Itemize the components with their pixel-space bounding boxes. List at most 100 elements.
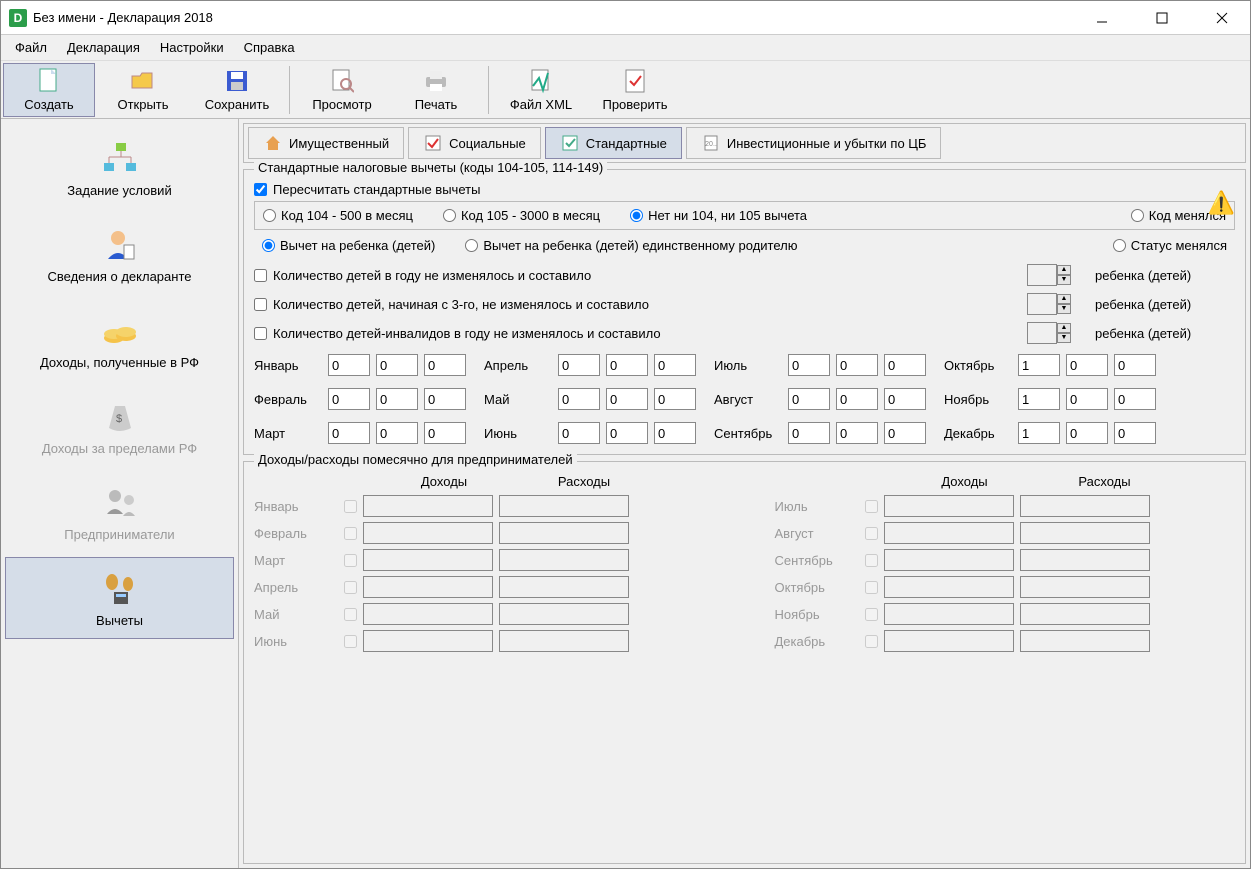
sidebar-income-rf[interactable]: Доходы, полученные в РФ: [5, 299, 234, 381]
minimize-button[interactable]: [1082, 5, 1122, 31]
dec-2[interactable]: [1066, 422, 1108, 444]
nov-1[interactable]: [1018, 388, 1060, 410]
feb-2[interactable]: [376, 388, 418, 410]
sidebar-conditions[interactable]: Задание условий: [5, 127, 234, 209]
ent-dec-chk: [865, 635, 878, 648]
spin-disabled-children[interactable]: ▲▼: [1027, 322, 1071, 344]
ent-aug-expense: [1020, 522, 1150, 544]
nov-3[interactable]: [1114, 388, 1156, 410]
spin-children-from3[interactable]: ▲▼: [1027, 293, 1071, 315]
chk3-label: Количество детей-инвалидов в году не изм…: [273, 326, 661, 341]
apr-2[interactable]: [606, 354, 648, 376]
dec-1[interactable]: [1018, 422, 1060, 444]
ent-aug-income: [884, 522, 1014, 544]
nov-2[interactable]: [1066, 388, 1108, 410]
radio-105[interactable]: [443, 209, 456, 222]
sep-1[interactable]: [788, 422, 830, 444]
tab-social[interactable]: Социальные: [408, 127, 541, 159]
chk-children-from3[interactable]: [254, 298, 267, 311]
tool-save[interactable]: Сохранить: [191, 63, 283, 117]
radio-single-parent[interactable]: [465, 239, 478, 252]
apr-3[interactable]: [654, 354, 696, 376]
month-feb: Февраль: [254, 388, 466, 410]
aug-3[interactable]: [884, 388, 926, 410]
jul-2[interactable]: [836, 354, 878, 376]
window-title: Без имени - Декларация 2018: [33, 10, 1082, 25]
tool-check[interactable]: Проверить: [589, 63, 681, 117]
mar-3[interactable]: [424, 422, 466, 444]
tool-xml[interactable]: Файл XML: [495, 63, 587, 117]
jul-1[interactable]: [788, 354, 830, 376]
radio-code-changed[interactable]: [1131, 209, 1144, 222]
menu-declaration[interactable]: Декларация: [59, 37, 148, 58]
ent-may-chk: [344, 608, 357, 621]
ent-jul-chk: [865, 500, 878, 513]
tool-open[interactable]: Открыть: [97, 63, 189, 117]
maximize-button[interactable]: [1142, 5, 1182, 31]
menu-settings[interactable]: Настройки: [152, 37, 232, 58]
recalc-checkbox[interactable]: [254, 183, 267, 196]
jan-1[interactable]: [328, 354, 370, 376]
oct-1[interactable]: [1018, 354, 1060, 376]
spin-children-count[interactable]: ▲▼: [1027, 264, 1071, 286]
chk-children-count[interactable]: [254, 269, 267, 282]
sep-2[interactable]: [836, 422, 878, 444]
month-grid: Январь Апрель Июль Октябрь Февраль Май А…: [254, 354, 1235, 444]
aug-2[interactable]: [836, 388, 878, 410]
check-doc-icon: [560, 133, 580, 153]
jun-1[interactable]: [558, 422, 600, 444]
content-area: Имущественный Социальные Стандартные 20.…: [239, 119, 1250, 868]
radio-104[interactable]: [263, 209, 276, 222]
chk-disabled-children[interactable]: [254, 327, 267, 340]
mar-2[interactable]: [376, 422, 418, 444]
tool-print[interactable]: Печать: [390, 63, 482, 117]
jun-3[interactable]: [654, 422, 696, 444]
ent-jun-income: [363, 630, 493, 652]
menu-file[interactable]: Файл: [7, 37, 55, 58]
money-bag-icon: $: [100, 397, 140, 437]
may-1[interactable]: [558, 388, 600, 410]
aug-1[interactable]: [788, 388, 830, 410]
menubar: Файл Декларация Настройки Справка: [1, 35, 1250, 61]
jan-2[interactable]: [376, 354, 418, 376]
tab-property[interactable]: Имущественный: [248, 127, 404, 159]
ent-apr-chk: [344, 581, 357, 594]
std-legend: Стандартные налоговые вычеты (коды 104-1…: [254, 160, 607, 175]
oct-3[interactable]: [1114, 354, 1156, 376]
tab-standard[interactable]: Стандартные: [545, 127, 682, 159]
feb-1[interactable]: [328, 388, 370, 410]
radio-none[interactable]: [630, 209, 643, 222]
ent-jan-chk: [344, 500, 357, 513]
radio-status-changed[interactable]: [1113, 239, 1126, 252]
apr-1[interactable]: [558, 354, 600, 376]
mar-1[interactable]: [328, 422, 370, 444]
jun-2[interactable]: [606, 422, 648, 444]
ent-may-income: [363, 603, 493, 625]
sidebar-entrepreneurs[interactable]: Предприниматели: [5, 471, 234, 553]
sep-3[interactable]: [884, 422, 926, 444]
oct-2[interactable]: [1066, 354, 1108, 376]
ent-nov-expense: [1020, 603, 1150, 625]
dec-3[interactable]: [1114, 422, 1156, 444]
sidebar-declarant[interactable]: Сведения о декларанте: [5, 213, 234, 295]
tool-create[interactable]: Создать: [3, 63, 95, 117]
ent-mar-income: [363, 549, 493, 571]
tab-invest[interactable]: 20.. Инвестиционные и убытки по ЦБ: [686, 127, 942, 159]
sidebar-deductions[interactable]: Вычеты: [5, 557, 234, 639]
deduction-tabs: Имущественный Социальные Стандартные 20.…: [243, 123, 1246, 163]
jul-3[interactable]: [884, 354, 926, 376]
ent-legend: Доходы/расходы помесячно для предпринима…: [254, 452, 577, 467]
close-button[interactable]: [1202, 5, 1242, 31]
svg-text:$: $: [115, 413, 121, 425]
feb-3[interactable]: [424, 388, 466, 410]
sidebar-income-abroad[interactable]: $ Доходы за пределами РФ: [5, 385, 234, 467]
menu-help[interactable]: Справка: [236, 37, 303, 58]
tool-view[interactable]: Просмотр: [296, 63, 388, 117]
radio-child[interactable]: [262, 239, 275, 252]
chk1-label: Количество детей в году не изменялось и …: [273, 268, 591, 283]
may-3[interactable]: [654, 388, 696, 410]
may-2[interactable]: [606, 388, 648, 410]
jan-3[interactable]: [424, 354, 466, 376]
ent-jan-income: [363, 495, 493, 517]
chk2-label: Количество детей, начиная с 3-го, не изм…: [273, 297, 649, 312]
